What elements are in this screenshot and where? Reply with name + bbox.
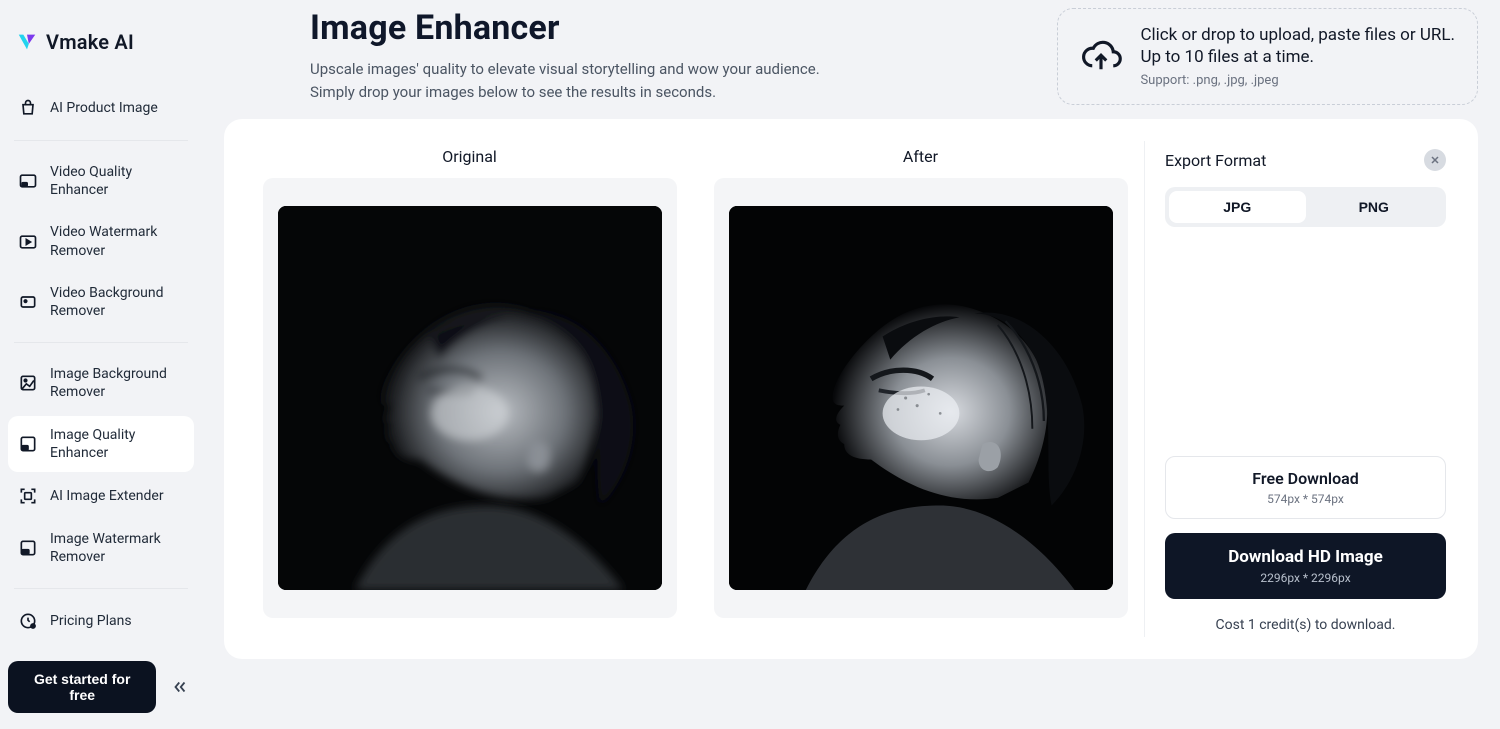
sidebar: Vmake AI AI Product Image Video Quality … <box>0 0 202 729</box>
pricing-icon <box>18 611 38 631</box>
nav: AI Product Image Video Quality Enhancer … <box>8 88 194 641</box>
format-jpg[interactable]: JPG <box>1169 191 1306 223</box>
nav-label: Image Quality Enhancer <box>50 426 184 462</box>
free-download-size: 574px * 574px <box>1180 492 1431 506</box>
hd-download-button[interactable]: Download HD Image 2296px * 2296px <box>1165 533 1446 599</box>
divider <box>14 342 188 343</box>
image-after <box>729 206 1113 590</box>
image-crop-icon <box>18 373 38 393</box>
topbar: Image Enhancer Upscale images' quality t… <box>224 8 1478 105</box>
compare-original: Original <box>256 147 683 625</box>
brand-name: Vmake AI <box>46 30 134 54</box>
nav-label: Video Background Remover <box>50 284 184 320</box>
nav-label: Image Background Remover <box>50 365 184 401</box>
divider <box>14 588 188 589</box>
nav-label: AI Image Extender <box>50 487 164 505</box>
page-title: Image Enhancer <box>310 8 820 48</box>
nav-video-quality-enhancer[interactable]: Video Quality Enhancer <box>8 153 194 209</box>
compare-after: After <box>707 147 1134 625</box>
cloud-upload-icon <box>1080 36 1122 78</box>
compare-original-title: Original <box>442 147 497 166</box>
nav-pricing-plans[interactable]: Pricing Plans <box>8 601 194 641</box>
nav-ai-product-image[interactable]: AI Product Image <box>8 88 194 128</box>
export-panel: Export Format JPG PNG Free Download 574p… <box>1144 141 1456 637</box>
image-mark-icon <box>18 538 38 558</box>
nav-ai-image-extender[interactable]: AI Image Extender <box>8 476 194 516</box>
video-play-icon <box>18 232 38 252</box>
nav-label: Video Quality Enhancer <box>50 163 184 199</box>
free-download-label: Free Download <box>1180 469 1431 488</box>
image-original <box>278 206 662 590</box>
dropzone-line-3: Support: .png, .jpg, .jpeg <box>1140 73 1455 88</box>
image-original-frame[interactable] <box>263 178 677 618</box>
brand[interactable]: Vmake AI <box>8 30 194 54</box>
video-crop-icon <box>18 292 38 312</box>
brand-logo-icon <box>16 31 38 53</box>
nav-label: AI Product Image <box>50 99 158 117</box>
heading: Image Enhancer Upscale images' quality t… <box>310 8 820 105</box>
content-card: Original <box>224 119 1478 659</box>
bag-icon <box>18 98 38 118</box>
hd-download-size: 2296px * 2296px <box>1179 571 1432 585</box>
video-hd-icon <box>18 171 38 191</box>
nav-image-watermark-remover[interactable]: Image Watermark Remover <box>8 520 194 576</box>
nav-video-background-remover[interactable]: Video Background Remover <box>8 274 194 330</box>
compare-after-title: After <box>903 147 938 166</box>
nav-label: Pricing Plans <box>50 612 132 630</box>
page-subtitle: Upscale images' quality to elevate visua… <box>310 58 820 105</box>
dropzone-line-2: Up to 10 files at a time. <box>1140 47 1455 67</box>
image-after-frame[interactable] <box>714 178 1128 618</box>
get-started-button[interactable]: Get started for free <box>8 661 156 713</box>
nav-label: Image Watermark Remover <box>50 530 184 566</box>
hd-download-label: Download HD Image <box>1179 547 1432 567</box>
nav-video-watermark-remover[interactable]: Video Watermark Remover <box>8 213 194 269</box>
dropzone-text: Click or drop to upload, paste files or … <box>1140 25 1455 88</box>
image-hd-icon <box>18 434 38 454</box>
compare-grid: Original <box>246 141 1144 637</box>
dropzone-line-1: Click or drop to upload, paste files or … <box>1140 25 1455 45</box>
nav-label: Video Watermark Remover <box>50 223 184 259</box>
format-segmented-control: JPG PNG <box>1165 187 1446 227</box>
free-download-button[interactable]: Free Download 574px * 574px <box>1165 456 1446 519</box>
upload-dropzone[interactable]: Click or drop to upload, paste files or … <box>1057 8 1478 105</box>
main: Image Enhancer Upscale images' quality t… <box>202 0 1500 729</box>
export-cost: Cost 1 credit(s) to download. <box>1165 617 1446 633</box>
export-title: Export Format <box>1165 151 1266 170</box>
sidebar-collapse-button[interactable] <box>166 673 194 701</box>
image-expand-icon <box>18 486 38 506</box>
format-png[interactable]: PNG <box>1306 191 1443 223</box>
divider <box>14 140 188 141</box>
close-icon[interactable] <box>1424 149 1446 171</box>
nav-image-background-remover[interactable]: Image Background Remover <box>8 355 194 411</box>
nav-image-quality-enhancer[interactable]: Image Quality Enhancer <box>8 416 194 472</box>
